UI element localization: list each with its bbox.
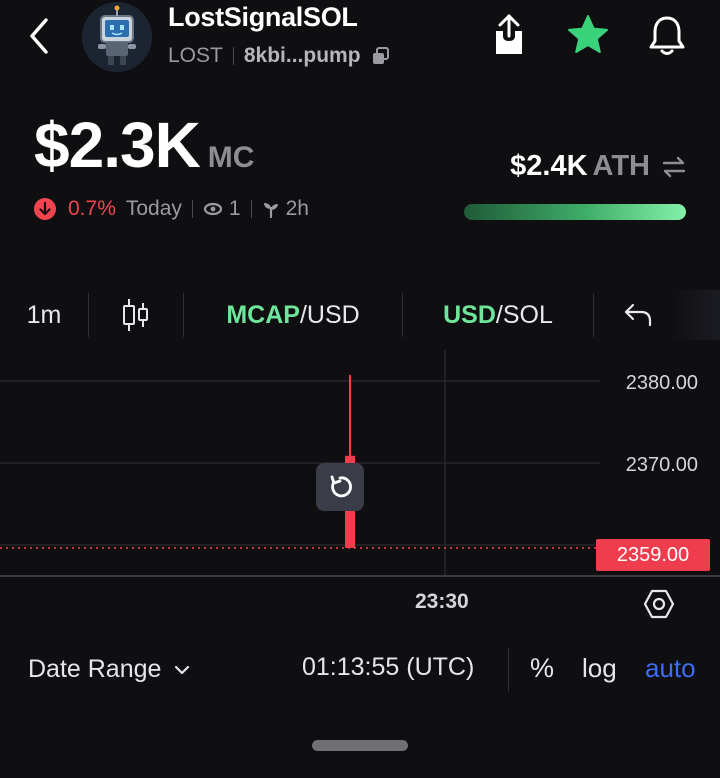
log-scale-button[interactable]: log xyxy=(582,653,617,684)
star-icon xyxy=(568,15,608,53)
reset-icon xyxy=(330,475,352,498)
metric-active: MCAP xyxy=(226,300,300,329)
market-cap-value: $2.3K xyxy=(34,109,201,181)
market-cap-unit: MC xyxy=(207,141,255,174)
utc-clock[interactable]: 01:13:55 (UTC) xyxy=(302,653,474,682)
robot-avatar-image xyxy=(82,2,152,72)
currency-rest: /SOL xyxy=(495,300,553,329)
token-stats: 0.7% Today 1 2h xyxy=(34,197,309,221)
ath-value: $2.4K xyxy=(510,150,588,182)
chevron-left-icon xyxy=(30,18,48,54)
divider xyxy=(250,200,252,218)
change-percent: 0.7% xyxy=(68,197,116,220)
auto-scale-button[interactable]: auto xyxy=(645,653,696,684)
ath-label: ATH xyxy=(592,150,650,182)
interval-selector[interactable]: 1m xyxy=(0,290,88,340)
y-axis-label: 2380.00 xyxy=(625,372,698,394)
divider xyxy=(191,200,193,218)
percent-scale-button[interactable]: % xyxy=(530,653,554,684)
ath-display: $2.4K ATH xyxy=(510,150,688,183)
home-indicator xyxy=(312,740,408,751)
token-subtitle: LOST 8kbi...pump xyxy=(168,44,391,68)
swap-toggle-button[interactable] xyxy=(660,154,688,180)
holders-count: 1 xyxy=(228,197,241,220)
divider xyxy=(508,648,509,692)
ticker-symbol: LOST xyxy=(168,44,223,67)
market-cap: $2.3K MC xyxy=(34,108,254,182)
chart-type-button[interactable] xyxy=(89,290,183,340)
x-axis-label: 23:30 xyxy=(415,590,469,613)
bell-icon xyxy=(649,16,685,55)
arrow-down-icon xyxy=(34,198,56,220)
chart-toolbar: 1m MCAP /USD USD /SOL xyxy=(0,290,720,340)
copy-address-button[interactable] xyxy=(371,46,391,66)
currency-toggle[interactable]: USD /SOL xyxy=(403,290,593,340)
metric-toggle[interactable]: MCAP /USD xyxy=(184,290,402,340)
token-name: LostSignalSOL xyxy=(168,2,358,32)
chart-settings-button[interactable] xyxy=(642,587,676,621)
date-range-label: Date Range xyxy=(28,655,162,683)
y-axis-label: 2370.00 xyxy=(625,454,698,476)
token-avatar[interactable] xyxy=(82,2,152,72)
date-range-selector[interactable]: Date Range xyxy=(28,655,191,684)
last-price-badge: 2359.00 xyxy=(596,539,710,571)
reset-chart-button[interactable] xyxy=(316,463,364,511)
undo-icon xyxy=(624,303,652,327)
sprout-icon xyxy=(263,203,278,218)
chevron-down-icon xyxy=(175,665,190,674)
toolbar-scroll-fade xyxy=(668,290,720,340)
back-button[interactable] xyxy=(22,16,58,56)
ath-progress-bar xyxy=(464,204,686,220)
currency-active: USD xyxy=(443,300,496,329)
metric-rest: /USD xyxy=(299,300,360,329)
share-button[interactable] xyxy=(488,12,530,58)
hexagon-settings-icon xyxy=(643,589,675,619)
eye-icon xyxy=(203,202,223,216)
contract-address[interactable]: 8kbi...pump xyxy=(244,44,361,68)
copy-icon xyxy=(372,47,389,64)
alerts-button[interactable] xyxy=(646,12,688,58)
favorite-button[interactable] xyxy=(566,12,610,58)
share-icon xyxy=(496,14,522,54)
token-age: 2h xyxy=(285,197,309,220)
change-period: Today xyxy=(125,197,182,220)
candlestick-icon xyxy=(123,299,148,331)
swap-arrows-icon xyxy=(662,156,686,177)
divider xyxy=(232,47,234,65)
